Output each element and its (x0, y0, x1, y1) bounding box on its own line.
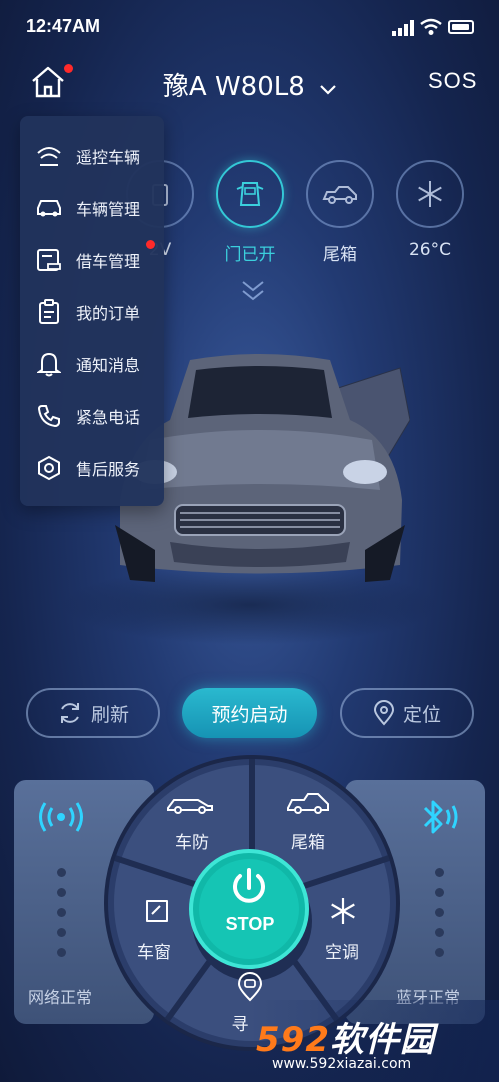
phone-icon (34, 401, 64, 431)
menu-label: 通知消息 (76, 356, 141, 375)
menu-item-remote-control[interactable]: 遥控车辆 (20, 130, 164, 182)
indicator-dot (435, 948, 444, 957)
car-icon (34, 193, 64, 223)
home-icon[interactable] (28, 62, 68, 102)
snowflake-icon (331, 898, 355, 924)
ac-status[interactable] (396, 160, 464, 228)
menu-item-vehicle-management[interactable]: 车辆管理 (20, 182, 164, 234)
wifi-icon (420, 18, 442, 35)
plate-number: 豫A W80L8 (162, 72, 305, 102)
menu-label: 车辆管理 (76, 200, 141, 219)
menu-item-borrow-management[interactable]: 借车管理 (20, 234, 164, 286)
indicator-dot (435, 868, 444, 877)
watermark-text: 软件园 (329, 1020, 435, 1060)
signal-icon (392, 20, 414, 36)
window-label: 车窗 (137, 943, 171, 963)
power-icon (233, 868, 265, 903)
status-time: 12:47AM (26, 16, 101, 36)
menu-label: 借车管理 (76, 252, 141, 271)
menu-item-my-orders[interactable]: 我的订单 (20, 286, 164, 338)
menu-item-emergency-call[interactable]: 紧急电话 (20, 390, 164, 442)
car-guard-icon (167, 799, 213, 814)
locate-button[interactable]: 定位 (340, 688, 474, 738)
indicator-dot (57, 888, 66, 897)
window-button[interactable] (142, 896, 172, 926)
watermark-url: www.592xiazai.com (272, 1056, 412, 1072)
sos-button[interactable]: SOS (428, 68, 477, 94)
locate-label: 定位 (402, 703, 441, 726)
menu-item-notifications[interactable]: 通知消息 (20, 338, 164, 390)
trunk-button[interactable] (284, 790, 334, 820)
side-menu: 遥控车辆 车辆管理 借车管理 我的订单 通知消息 紧急电话 售后服务 (20, 116, 164, 506)
indicator-dot (57, 868, 66, 877)
notification-badge (64, 64, 73, 73)
schedule-start-button[interactable]: 预约启动 (182, 688, 317, 738)
trunk-status[interactable] (306, 160, 374, 228)
location-pin-icon (373, 700, 394, 726)
menu-item-after-sales[interactable]: 售后服务 (20, 442, 164, 494)
stop-label: STOP (225, 914, 275, 934)
temperature-label: 26°C (408, 240, 451, 260)
menu-label: 紧急电话 (76, 408, 141, 427)
network-signal-icon (39, 802, 83, 832)
menu-label: 遥控车辆 (76, 148, 141, 167)
indicator-dot (435, 928, 444, 937)
snowflake-icon (418, 181, 442, 207)
door-status[interactable] (216, 160, 284, 228)
network-status-label: 网络正常 (28, 988, 93, 1007)
guard-button[interactable] (164, 790, 224, 820)
service-icon (34, 453, 64, 483)
watermark-logo: 592软件园 (256, 1012, 435, 1061)
refresh-icon (60, 703, 79, 723)
indicator-dot (435, 908, 444, 917)
trunk-icon (287, 793, 329, 814)
door-label: 门已开 (224, 245, 276, 265)
find-car-pin-icon (237, 972, 263, 1002)
order-clipboard-icon (34, 297, 64, 327)
find-car-button[interactable] (236, 972, 264, 1002)
vehicle-selector[interactable]: 豫A W80L8 (150, 66, 350, 103)
indicator-dot (57, 948, 66, 957)
expand-chevron-icon[interactable] (241, 278, 265, 304)
menu-badge (146, 240, 155, 249)
trunk-label: 尾箱 (323, 245, 357, 265)
car-window-icon (146, 900, 168, 922)
bell-icon (34, 349, 64, 379)
indicator-dot (57, 928, 66, 937)
ac-label: 空调 (325, 943, 359, 963)
remote-signal-icon (34, 141, 64, 171)
refresh-label: 刷新 (90, 703, 129, 726)
menu-label: 我的订单 (76, 304, 141, 323)
bluetooth-icon (423, 800, 458, 834)
indicator-dot (435, 888, 444, 897)
menu-label: 售后服务 (76, 460, 141, 479)
refresh-button[interactable]: 刷新 (26, 688, 160, 738)
battery-status-icon (448, 20, 474, 34)
chevron-down-icon (320, 85, 336, 95)
status-bar: 12:47AM (0, 0, 499, 56)
borrow-car-icon (34, 245, 64, 275)
indicator-dot (57, 908, 66, 917)
watermark-number: 592 (256, 1020, 330, 1060)
trunk-icon (322, 186, 357, 204)
ac-button[interactable] (328, 896, 358, 926)
car-door-icon (236, 182, 264, 206)
